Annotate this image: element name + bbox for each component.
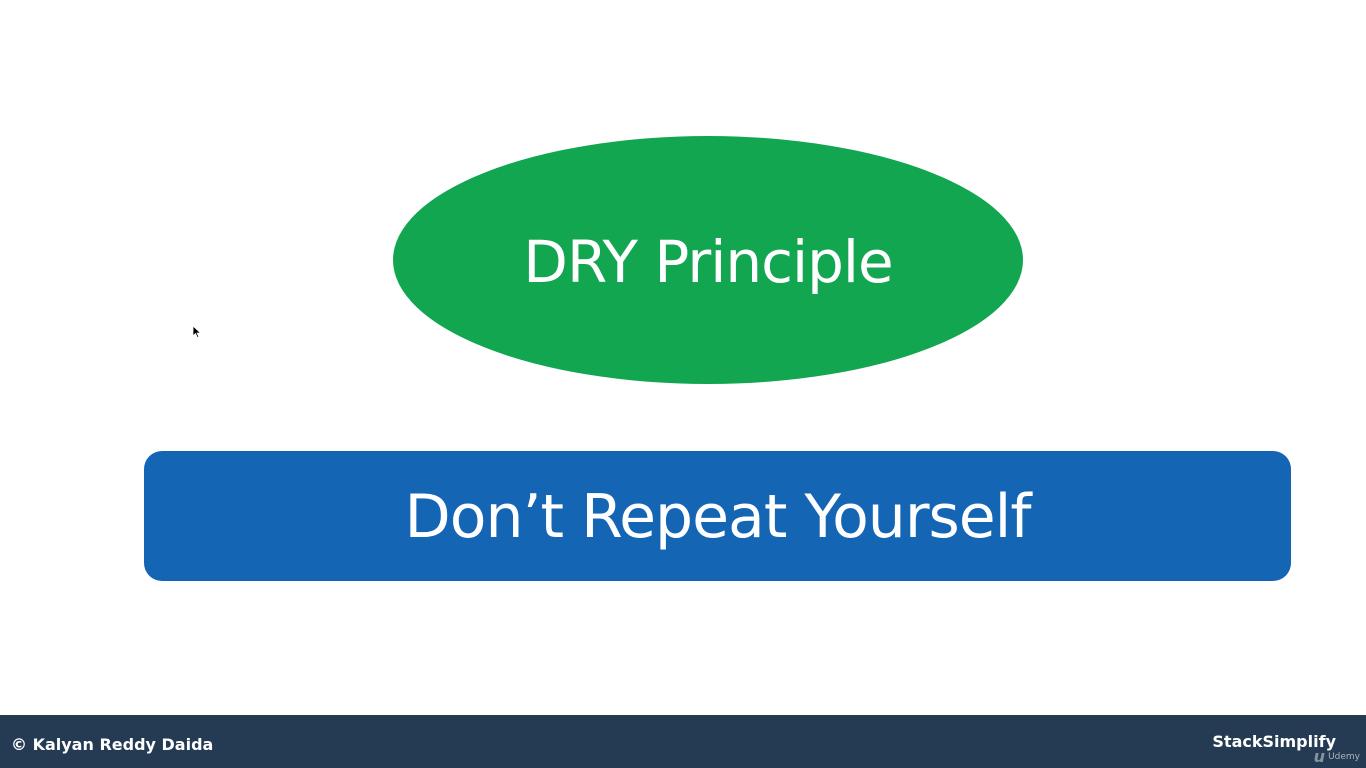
copyright-text: © Kalyan Reddy Daida <box>11 735 214 754</box>
udemy-label: Udemy <box>1328 751 1360 762</box>
slide-subtitle: Don’t Repeat Yourself <box>404 482 1032 552</box>
udemy-watermark: u Udemy <box>1314 747 1360 766</box>
definition-banner: Don’t Repeat Yourself <box>144 451 1291 581</box>
slide-canvas: DRY Principle Don’t Repeat Yourself <box>0 0 1366 715</box>
udemy-logo-icon: u <box>1313 747 1326 766</box>
footer-bar: © Kalyan Reddy Daida StackSimplify u Ude… <box>0 715 1366 768</box>
dry-principle-ellipse: DRY Principle <box>393 136 1023 384</box>
slide-title: DRY Principle <box>523 228 893 296</box>
mouse-pointer-icon <box>192 325 202 339</box>
